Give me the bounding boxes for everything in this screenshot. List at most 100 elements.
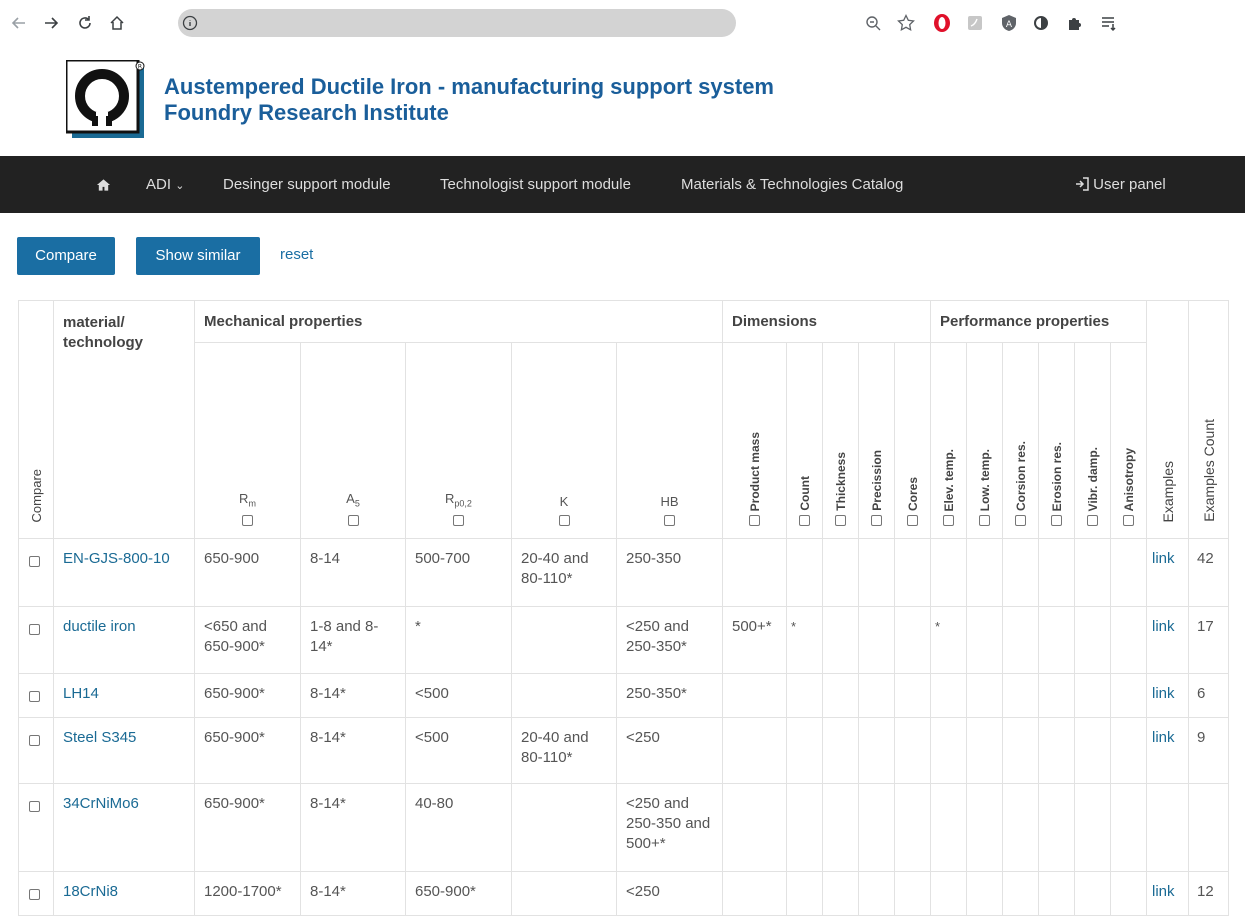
row-compare-checkbox[interactable] bbox=[29, 800, 40, 812]
rm-cell: 1200-1700* bbox=[194, 871, 301, 916]
examples-link[interactable]: link bbox=[1146, 606, 1189, 674]
a5-label: A bbox=[346, 491, 355, 507]
perf-filter-checkbox[interactable] bbox=[1015, 515, 1026, 526]
examples-link[interactable]: link bbox=[1146, 871, 1189, 916]
rp-label-sub: p0,2 bbox=[454, 499, 472, 509]
perf-filter-checkbox[interactable] bbox=[1051, 515, 1062, 526]
material-link[interactable]: LH14 bbox=[53, 673, 195, 718]
dim-filter-checkbox[interactable] bbox=[835, 515, 846, 526]
nav-technologist[interactable]: Technologist support module bbox=[440, 156, 631, 213]
dim-filter-checkbox[interactable] bbox=[907, 515, 918, 526]
rp-cell: 40-80 bbox=[405, 783, 512, 872]
table-row: 34CrNiMo6 650-900* 8-14* 40-80 <250 and … bbox=[18, 783, 1229, 872]
hb-cell: <250 bbox=[616, 871, 723, 916]
rm-cell: 650-900* bbox=[194, 783, 301, 872]
reading-list-icon[interactable] bbox=[1096, 10, 1122, 36]
a5-filter-checkbox[interactable] bbox=[347, 514, 359, 526]
perf-filter-checkbox[interactable] bbox=[943, 515, 954, 526]
forward-icon[interactable] bbox=[36, 8, 66, 38]
nav-designer[interactable]: Desinger support module bbox=[223, 156, 391, 213]
hb-filter-checkbox[interactable] bbox=[664, 514, 675, 526]
hb-cell: <250 and 250-350* bbox=[616, 606, 723, 674]
rp-cell: <500 bbox=[405, 673, 512, 718]
perf-filter-checkbox[interactable] bbox=[1123, 515, 1134, 526]
perf-col-header: Erosion res. bbox=[1038, 342, 1075, 539]
count-cell bbox=[786, 538, 823, 607]
dim-col-label: Product mass bbox=[747, 431, 762, 511]
examples-link[interactable] bbox=[1146, 783, 1189, 872]
count-cell bbox=[786, 673, 823, 718]
zoom-icon[interactable] bbox=[860, 10, 886, 36]
row-compare-checkbox[interactable] bbox=[29, 690, 40, 702]
materials-table: Compare material/ technology Mechanical … bbox=[18, 300, 1229, 916]
material-link[interactable]: 34CrNiMo6 bbox=[53, 783, 195, 872]
dim-filter-checkbox[interactable] bbox=[799, 515, 810, 526]
k-col-header: K bbox=[511, 342, 617, 539]
row-compare-checkbox[interactable] bbox=[29, 623, 40, 635]
material-link[interactable]: 18CrNi8 bbox=[53, 871, 195, 916]
opera-icon[interactable] bbox=[929, 10, 955, 36]
k-cell: 20-40 and 80-110* bbox=[511, 538, 617, 607]
material-link[interactable]: ductile iron bbox=[53, 606, 195, 674]
perf-filter-checkbox[interactable] bbox=[1087, 515, 1098, 526]
dim-filter-checkbox[interactable] bbox=[749, 515, 760, 526]
home-icon[interactable] bbox=[102, 8, 132, 38]
examples-link[interactable]: link bbox=[1146, 538, 1189, 607]
nav-catalog[interactable]: Materials & Technologies Catalog bbox=[681, 156, 903, 213]
elev-temp-cell bbox=[930, 538, 967, 607]
hb-label: HB bbox=[660, 494, 679, 509]
material-link[interactable]: EN-GJS-800-10 bbox=[53, 538, 195, 607]
dim-col-label: Cores bbox=[905, 476, 920, 511]
row-compare-checkbox[interactable] bbox=[29, 555, 40, 567]
nav-adi-dropdown[interactable]: ADI ⌄ bbox=[146, 156, 184, 213]
table-row: Steel S345 650-900* 8-14* <500 20-40 and… bbox=[18, 717, 1229, 784]
material-link[interactable]: Steel S345 bbox=[53, 717, 195, 784]
home-nav-icon[interactable] bbox=[96, 156, 111, 213]
rp-filter-checkbox[interactable] bbox=[453, 514, 464, 526]
k-filter-checkbox[interactable] bbox=[558, 514, 570, 526]
pdf-icon[interactable] bbox=[962, 10, 988, 36]
rm-filter-checkbox[interactable] bbox=[242, 514, 253, 526]
a5-cell: 8-14 bbox=[300, 538, 406, 607]
table-row: LH14 650-900* 8-14* <500 250-350* link 6 bbox=[18, 673, 1229, 718]
star-icon[interactable] bbox=[893, 10, 919, 36]
reset-link[interactable]: reset bbox=[280, 246, 313, 263]
reload-icon[interactable] bbox=[70, 8, 100, 38]
puzzle-icon[interactable] bbox=[1062, 10, 1088, 36]
back-icon[interactable] bbox=[4, 8, 34, 38]
rm-cell: 650-900* bbox=[194, 717, 301, 784]
row-compare-checkbox[interactable] bbox=[29, 888, 40, 900]
perf-filter-checkbox[interactable] bbox=[979, 515, 990, 526]
examples-count-cell: 9 bbox=[1188, 717, 1229, 784]
dim-filter-checkbox[interactable] bbox=[871, 515, 882, 526]
examples-col-header: Examples bbox=[1146, 300, 1189, 539]
dim-col-label: Count bbox=[797, 476, 812, 511]
examples-link[interactable]: link bbox=[1146, 717, 1189, 784]
perf-col-label: Elev. temp. bbox=[941, 448, 956, 511]
show-similar-button[interactable]: Show similar bbox=[136, 237, 260, 275]
hb-cell: <250 and 250-350 and 500+* bbox=[616, 783, 723, 872]
info-icon[interactable] bbox=[176, 8, 204, 38]
perf-col-header: Anisotropy bbox=[1110, 342, 1147, 539]
dim-col-header: Count bbox=[786, 342, 823, 539]
row-compare-checkbox[interactable] bbox=[29, 734, 40, 746]
rp-label: R bbox=[445, 491, 455, 507]
examples-link[interactable]: link bbox=[1146, 673, 1189, 718]
dim-col-header: Precission bbox=[858, 342, 895, 539]
product-mass-cell bbox=[722, 717, 787, 784]
perf-col-header: Corsion res. bbox=[1002, 342, 1039, 539]
a5-cell: 8-14* bbox=[300, 717, 406, 784]
institute-logo[interactable]: R bbox=[64, 58, 146, 140]
compare-col-label: Compare bbox=[28, 468, 44, 522]
perf-col-label: Erosion res. bbox=[1049, 441, 1064, 511]
hb-cell: <250 bbox=[616, 717, 723, 784]
address-bar[interactable] bbox=[178, 9, 736, 37]
shield-icon[interactable]: A bbox=[996, 10, 1022, 36]
count-cell: * bbox=[786, 606, 823, 674]
perf-col-label: Low. temp. bbox=[977, 448, 992, 511]
compare-button[interactable]: Compare bbox=[17, 237, 115, 275]
nav-user-panel[interactable]: User panel bbox=[1075, 156, 1166, 213]
circle-icon[interactable] bbox=[1028, 10, 1054, 36]
nav-adi-label: ADI bbox=[146, 176, 172, 193]
table-row: ductile iron <650 and 650-900* 1-8 and 8… bbox=[18, 606, 1229, 674]
